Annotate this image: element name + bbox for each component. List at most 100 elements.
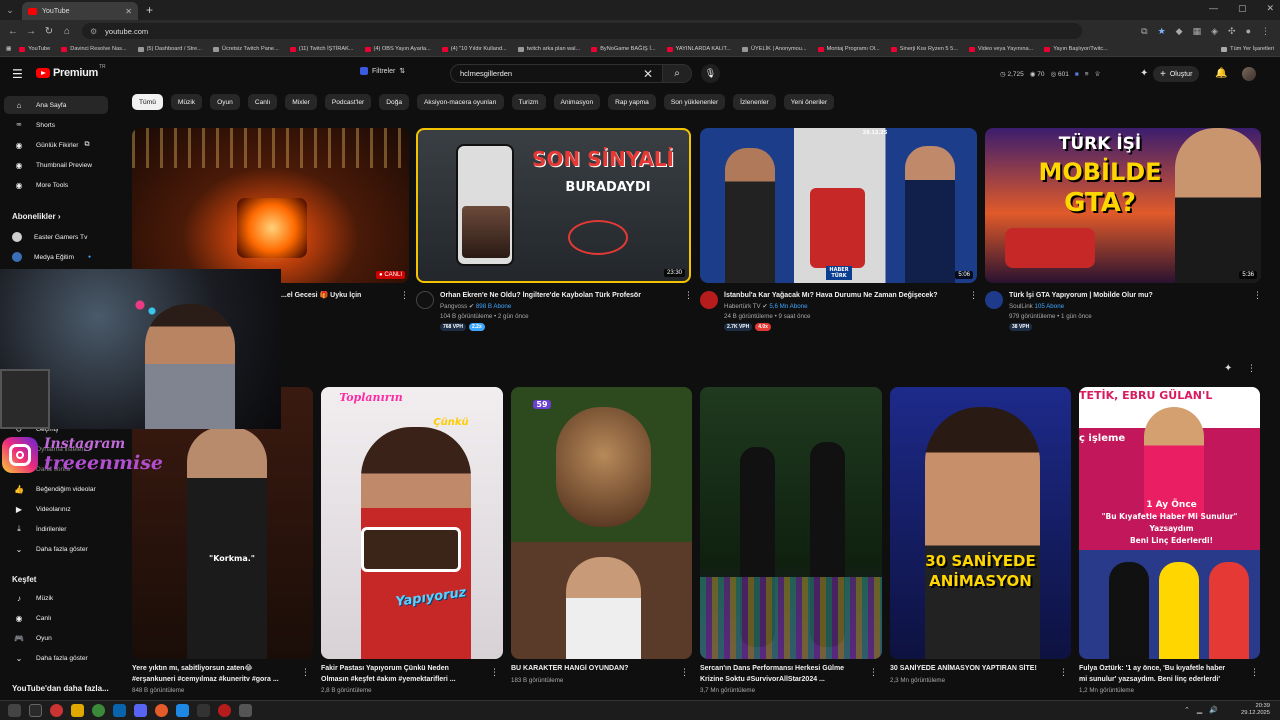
discord-icon[interactable] bbox=[134, 704, 147, 717]
back-icon[interactable]: ← bbox=[4, 26, 22, 37]
sidebar-item-gaming[interactable]: 🎮 Oyun bbox=[4, 629, 108, 647]
extension-icon[interactable]: ◆ bbox=[1176, 26, 1183, 37]
home-icon[interactable]: ⌂ bbox=[58, 26, 76, 37]
short-title[interactable]: Fulya Öztürk: '1 ay önce, 'Bu kıyafetle … bbox=[1079, 664, 1244, 673]
bookmark-item[interactable]: Davinci Resolve Nas... bbox=[61, 46, 127, 52]
more-options-icon[interactable]: ⋮ bbox=[1253, 290, 1262, 301]
chip-rap[interactable]: Rap yapma bbox=[608, 94, 656, 110]
channel-avatar[interactable] bbox=[416, 291, 434, 309]
sidebar-item-live[interactable]: ◉ Canlı bbox=[4, 609, 108, 627]
more-options-icon[interactable]: ⋮ bbox=[680, 667, 689, 678]
sidebar-item-your-videos[interactable]: ▶ Videolarınız bbox=[4, 500, 108, 518]
chip-live[interactable]: Canlı bbox=[247, 94, 278, 110]
channel-avatar[interactable] bbox=[985, 291, 1003, 309]
bookmark-item[interactable]: Video veya Yayınına... bbox=[968, 46, 1033, 52]
filters-button[interactable]: Filtreler ⇅ bbox=[360, 67, 405, 75]
site-info-icon[interactable]: ⚙ bbox=[90, 27, 97, 36]
apps-icon[interactable]: ▦ bbox=[6, 46, 11, 52]
more-options-icon[interactable]: ⋮ bbox=[869, 667, 878, 678]
more-options-icon[interactable]: ⋮ bbox=[1250, 667, 1259, 678]
video-thumbnail[interactable]: HABER TÜRK 29.12.25 5:06 bbox=[700, 128, 977, 283]
new-tab-icon[interactable]: + bbox=[146, 3, 153, 17]
store-icon[interactable] bbox=[113, 704, 126, 717]
sidebar-show-more[interactable]: ⌄ Daha fazla göster bbox=[4, 540, 108, 558]
all-bookmarks[interactable]: Tüm Yer İşaretleri bbox=[1221, 46, 1274, 52]
opera-icon[interactable] bbox=[218, 704, 231, 717]
more-options-icon[interactable]: ⋮ bbox=[684, 290, 693, 301]
sidebar-item-shorts[interactable]: ꟹ Shorts bbox=[4, 116, 108, 134]
sidebar-item-music[interactable]: ♪ Müzik bbox=[4, 589, 108, 607]
chevron-up-icon[interactable]: ⌃ bbox=[1184, 706, 1190, 714]
bookmark-item[interactable]: (4) OBS Yayın Ayarla... bbox=[364, 46, 431, 52]
windows-start-icon[interactable] bbox=[29, 704, 42, 717]
video-thumbnail[interactable]: ● CANLI bbox=[132, 128, 409, 283]
close-tab-icon[interactable]: ✕ bbox=[125, 7, 132, 16]
bookmark-item[interactable]: ByNoGame BAĞIŞ İ... bbox=[591, 46, 656, 52]
short-thumbnail[interactable] bbox=[700, 387, 882, 659]
more-options-icon[interactable]: ⋮ bbox=[490, 667, 499, 678]
chip-gaming[interactable]: Oyun bbox=[210, 94, 240, 110]
sidebar-subscription[interactable]: Medya Eğitim ● bbox=[4, 248, 108, 266]
extension-icon[interactable]: ◈ bbox=[1211, 26, 1218, 37]
short-title[interactable]: BU KARAKTER HANGİ OYUNDAN? bbox=[511, 664, 676, 673]
chip-nature[interactable]: Doğa bbox=[379, 94, 410, 110]
maximize-icon[interactable]: ▢ bbox=[1238, 3, 1247, 14]
chip-all[interactable]: Tümü bbox=[132, 94, 163, 110]
bookmark-item[interactable]: (11) Twitch İŞTİRAK... bbox=[289, 46, 354, 52]
url-input[interactable]: ⚙ youtube.com bbox=[82, 23, 1082, 39]
obs-icon[interactable] bbox=[50, 704, 63, 717]
clear-search-icon[interactable]: ✕ bbox=[643, 67, 653, 81]
chip-new[interactable]: Yeni öneriler bbox=[783, 94, 835, 110]
star-icon[interactable]: ★ bbox=[1158, 26, 1166, 37]
list-icon[interactable]: ≡ bbox=[1085, 71, 1089, 78]
app-icon[interactable] bbox=[176, 704, 189, 717]
short-thumbnail[interactable]: Toplanırın Çünkü Yapıyoruz bbox=[321, 387, 503, 659]
video-thumbnail[interactable]: SON SİNYALİ BURADAYDI 23:30 bbox=[416, 128, 691, 283]
forward-icon[interactable]: → bbox=[22, 26, 40, 37]
shorts-filter-icon[interactable]: ✦ bbox=[1224, 363, 1232, 374]
bookmark-item[interactable]: Yayın Başlıyor/Twitc... bbox=[1044, 46, 1108, 52]
tab-search-icon[interactable]: ⌄ bbox=[0, 0, 20, 20]
account-avatar[interactable] bbox=[1242, 67, 1256, 81]
bookmark-item[interactable]: YAYINLARDA KALIT... bbox=[666, 46, 731, 52]
bookmark-item[interactable]: (5) Dashboard / Stre... bbox=[137, 46, 202, 52]
minimize-icon[interactable]: — bbox=[1209, 3, 1218, 14]
youtube-logo[interactable]: Premium TR bbox=[36, 64, 106, 79]
channel-name[interactable]: Pangvoss ✔ 898 B Abone bbox=[440, 303, 511, 310]
chip-music[interactable]: Müzik bbox=[170, 94, 203, 110]
sidebar-subscription[interactable]: Easter Gamers Tv bbox=[4, 228, 108, 246]
extension-icon[interactable]: ▦ bbox=[1193, 26, 1202, 37]
chip-action-adventure[interactable]: Aksiyon-macera oyunları bbox=[417, 94, 504, 110]
browser-tab-youtube[interactable]: YouTube ✕ bbox=[22, 2, 138, 20]
video-title[interactable]: Orhan Ekren'e Ne Oldu? İngiltere'de Kayb… bbox=[440, 291, 675, 300]
browser-menu-icon[interactable]: ⋮ bbox=[1261, 26, 1270, 37]
extension-icon[interactable]: ■ bbox=[1075, 71, 1079, 78]
bookmark-item[interactable]: Ücretsiz Twitch Pane... bbox=[212, 46, 279, 52]
firefox-icon[interactable] bbox=[155, 704, 168, 717]
chip-tourism[interactable]: Turizm bbox=[511, 94, 546, 110]
more-options-icon[interactable]: ⋮ bbox=[400, 290, 409, 301]
short-title[interactable]: Yere yıktın mı, sabitliyorsun zaten😂 bbox=[132, 664, 297, 673]
bookmark-item[interactable]: twitch arka plan wal... bbox=[517, 46, 580, 52]
bookmark-item[interactable]: Montaj Programı Ol... bbox=[817, 46, 880, 52]
bell-icon[interactable]: 🔔 bbox=[1215, 68, 1227, 79]
video-title[interactable]: Türk İşi GTA Yapıyorum | Mobilde Olur mu… bbox=[1009, 291, 1249, 300]
sidebar-item-liked[interactable]: 👍 Beğendiğim videolar bbox=[4, 480, 108, 498]
short-thumbnail[interactable]: 30 SANİYEDE ANİMASYON bbox=[890, 387, 1071, 659]
short-title[interactable]: Sercan'ın Dans Performansı Herkesi Gülme bbox=[700, 664, 865, 673]
short-title[interactable]: Fakir Pastası Yapıyorum Çünkü Neden bbox=[321, 664, 486, 673]
video-title[interactable]: İstanbul'a Kar Yağacak Mı? Hava Durumu N… bbox=[724, 291, 964, 300]
voice-search-button[interactable]: 🎙 bbox=[701, 64, 720, 83]
chip-podcasts[interactable]: Podcast'ler bbox=[324, 94, 372, 110]
app-icon[interactable] bbox=[197, 704, 210, 717]
volume-icon[interactable]: 🔊 bbox=[1209, 706, 1218, 714]
menu-icon[interactable]: ☰ bbox=[12, 67, 23, 81]
sidebar-item-thumbnail-preview[interactable]: ◉ Thumbnail Preview bbox=[4, 156, 108, 174]
channel-name[interactable]: SoulLink 105 Abone bbox=[1009, 303, 1064, 310]
short-title[interactable]: 30 SANİYEDE ANİMASYON YAPTIRAN SİTE! bbox=[890, 664, 1055, 673]
reload-icon[interactable]: ↻ bbox=[40, 26, 58, 37]
install-icon[interactable]: ⧉ bbox=[1141, 26, 1147, 37]
create-button[interactable]: + Oluştur bbox=[1153, 66, 1200, 82]
sidebar-show-more-explore[interactable]: ⌄ Daha fazla göster bbox=[4, 649, 108, 667]
channel-avatar[interactable] bbox=[700, 291, 718, 309]
